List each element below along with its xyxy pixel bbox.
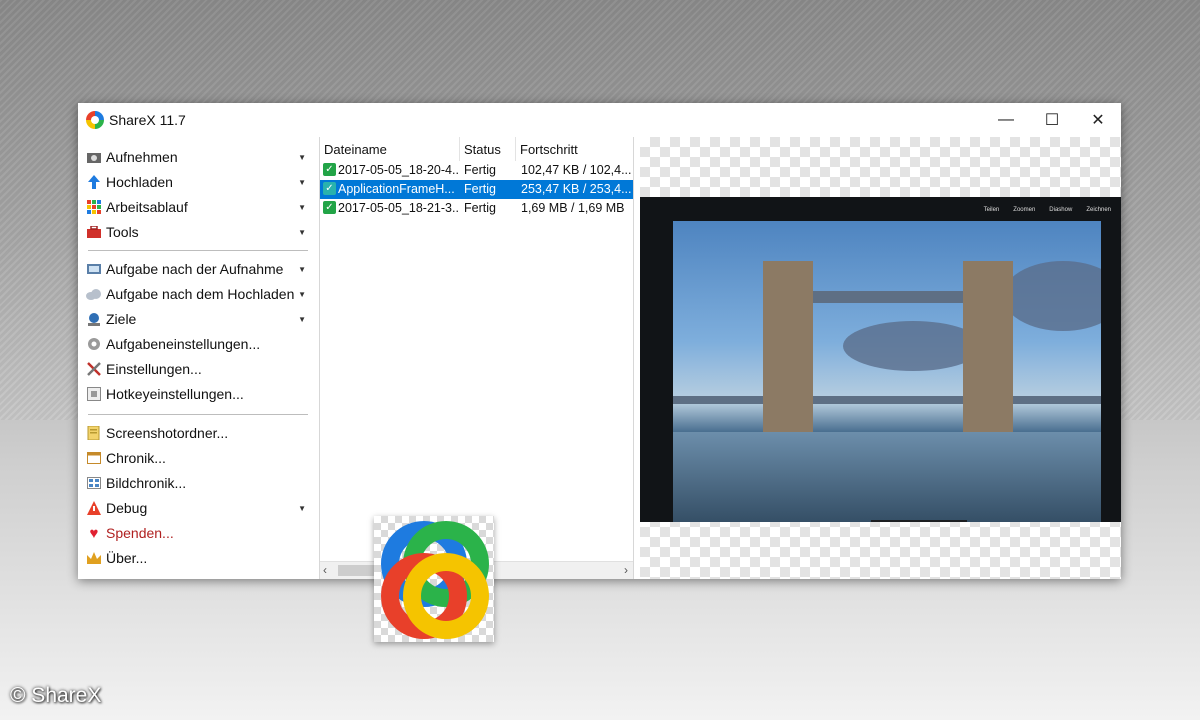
warning-icon — [86, 500, 102, 516]
viewer-toolbar: Teilen Zoomen Diashow Zeichnen — [984, 207, 1111, 213]
menu-label: Tools — [106, 224, 139, 240]
cell-progress: 253,47 KB / 253,4... — [521, 182, 631, 196]
table-row[interactable]: ✓ 2017-05-05_18-21-3... Fertig 1,69 MB /… — [320, 199, 633, 218]
menu-label: Einstellungen... — [106, 361, 202, 377]
task-list: Dateiname Status Fortschritt ✓ 2017-05-0… — [319, 137, 634, 579]
submenu-arrow-icon: ▼ — [298, 153, 306, 162]
submenu-arrow-icon: ▼ — [298, 228, 306, 237]
wrench-screwdriver-icon — [86, 361, 102, 377]
camera-icon — [86, 149, 102, 165]
copyright-notice: © ShareX — [10, 684, 102, 707]
cell-status: Fertig — [464, 182, 496, 196]
sharex-logo-icon — [381, 521, 489, 639]
menu-label: Aufgabe nach dem Hochladen — [106, 286, 295, 302]
scroll-left-icon[interactable]: ‹ — [323, 563, 327, 577]
menu-separator — [88, 414, 308, 415]
menu-item-bildchronik[interactable]: Bildchronik... — [82, 471, 314, 495]
menu-label: Aufnehmen — [106, 149, 178, 165]
menu-label: Über... — [106, 550, 148, 566]
menu-label: Spenden... — [106, 525, 174, 541]
after-capture-icon — [86, 261, 102, 277]
submenu-arrow-icon: ▼ — [298, 265, 306, 274]
toolbox-icon — [86, 224, 102, 240]
menu-label: Arbeitsablauf — [106, 199, 188, 215]
menu-item-screenshotordner[interactable]: Screenshotordner... — [82, 421, 314, 445]
menu-item-hotkeyeinstellungen[interactable]: Hotkeyeinstellungen... — [82, 382, 314, 406]
sharex-logo-large — [374, 516, 494, 642]
column-header-progress[interactable]: Fortschritt — [516, 137, 633, 161]
viewer-slideshow-label: Diashow — [1049, 207, 1073, 213]
menu-item-tools[interactable]: Tools ▼ — [82, 220, 314, 244]
column-header-status[interactable]: Status — [460, 137, 516, 161]
window-title: ShareX 11.7 — [109, 112, 186, 128]
menu-item-einstellungen[interactable]: Einstellungen... — [82, 357, 314, 381]
menu-label: Debug — [106, 500, 148, 516]
sharex-logo-icon — [86, 111, 104, 129]
history-icon — [86, 450, 102, 466]
menu-label: Aufgabeneinstellungen... — [106, 336, 261, 352]
cell-filename: 2017-05-05_18-20-4... — [338, 163, 458, 177]
image-history-icon — [86, 475, 102, 491]
destinations-icon — [86, 311, 102, 327]
cell-progress: 102,47 KB / 102,4... — [521, 163, 631, 177]
scroll-right-icon[interactable]: › — [624, 563, 628, 577]
viewer-controls: ← ▭ ▮ → — [871, 520, 967, 522]
keyboard-icon — [86, 386, 102, 402]
menu-item-arbeitsablauf[interactable]: Arbeitsablauf ▼ — [82, 195, 314, 219]
column-header-filename[interactable]: Dateiname — [320, 137, 460, 161]
image-preview: Teilen Zoomen Diashow Zeichnen ← ▭ ▮ → — [640, 137, 1121, 579]
check-icon: ✓ — [323, 182, 336, 195]
menu-label: Chronik... — [106, 450, 166, 466]
table-row[interactable]: ✓ 2017-05-05_18-20-4... Fertig 102,47 KB… — [320, 161, 633, 180]
cell-progress: 1,69 MB / 1,69 MB — [521, 201, 625, 215]
menu-separator — [88, 250, 308, 251]
menu-item-aufgabeneinstellungen[interactable]: Aufgabeneinstellungen... — [82, 332, 314, 356]
main-menu: Aufnehmen ▼ Hochladen ▼ Arbeitsablauf ▼ … — [78, 137, 318, 579]
menu-item-aufgabe-nach-aufnahme[interactable]: Aufgabe nach der Aufnahme ▼ — [82, 257, 314, 281]
menu-item-aufnehmen[interactable]: Aufnehmen ▼ — [82, 145, 314, 169]
heart-icon: ♥ — [89, 524, 99, 542]
cell-status: Fertig — [464, 163, 496, 177]
tower-bridge-photo: ← ▭ ▮ → — [673, 221, 1101, 522]
folder-icon — [86, 425, 102, 441]
cell-filename: ApplicationFrameH... — [338, 182, 455, 196]
title-bar[interactable]: ShareX 11.7 — ☐ ✕ — [78, 103, 1121, 137]
cloud-icon — [86, 286, 102, 302]
submenu-arrow-icon: ▼ — [298, 203, 306, 212]
gear-icon — [86, 336, 102, 352]
menu-label: Bildchronik... — [106, 475, 187, 491]
menu-item-spenden[interactable]: ♥ Spenden... — [82, 521, 314, 545]
check-icon: ✓ — [323, 163, 336, 176]
menu-label: Screenshotordner... — [106, 425, 229, 441]
minimize-button[interactable]: — — [983, 103, 1029, 137]
submenu-arrow-icon: ▼ — [298, 315, 306, 324]
viewer-draw-label: Zeichnen — [1086, 207, 1111, 213]
menu-label: Hochladen — [106, 174, 173, 190]
submenu-arrow-icon: ▼ — [298, 290, 306, 299]
cell-status: Fertig — [464, 201, 496, 215]
table-row-selected[interactable]: ✓ ApplicationFrameH... Fertig 253,47 KB … — [320, 180, 633, 199]
submenu-arrow-icon: ▼ — [298, 178, 306, 187]
menu-label: Ziele — [106, 311, 137, 327]
menu-item-aufgabe-nach-hochladen[interactable]: Aufgabe nach dem Hochladen ▼ — [82, 282, 314, 306]
menu-item-chronik[interactable]: Chronik... — [82, 446, 314, 470]
maximize-button[interactable]: ☐ — [1029, 103, 1075, 137]
menu-item-hochladen[interactable]: Hochladen ▼ — [82, 170, 314, 194]
viewer-zoom-label: Zoomen — [1013, 207, 1036, 213]
menu-label: Aufgabe nach der Aufnahme — [106, 261, 284, 277]
upload-arrow-icon — [86, 174, 102, 190]
viewer-share-label: Teilen — [983, 207, 1000, 213]
submenu-arrow-icon: ▼ — [298, 504, 306, 513]
workflow-grid-icon — [86, 199, 102, 215]
menu-item-debug[interactable]: Debug ▼ — [82, 496, 314, 520]
check-icon: ✓ — [323, 201, 336, 214]
menu-item-ziele[interactable]: Ziele ▼ — [82, 307, 314, 331]
sharex-window: ShareX 11.7 — ☐ ✕ Aufnehmen ▼ Hochladen … — [78, 103, 1121, 579]
menu-label: Hotkeyeinstellungen... — [106, 386, 244, 402]
cell-filename: 2017-05-05_18-21-3... — [338, 201, 458, 215]
crown-icon — [86, 550, 102, 566]
close-button[interactable]: ✕ — [1075, 103, 1121, 137]
preview-screenshot: Teilen Zoomen Diashow Zeichnen ← ▭ ▮ → — [640, 197, 1121, 522]
menu-item-ueber[interactable]: Über... — [82, 546, 314, 570]
